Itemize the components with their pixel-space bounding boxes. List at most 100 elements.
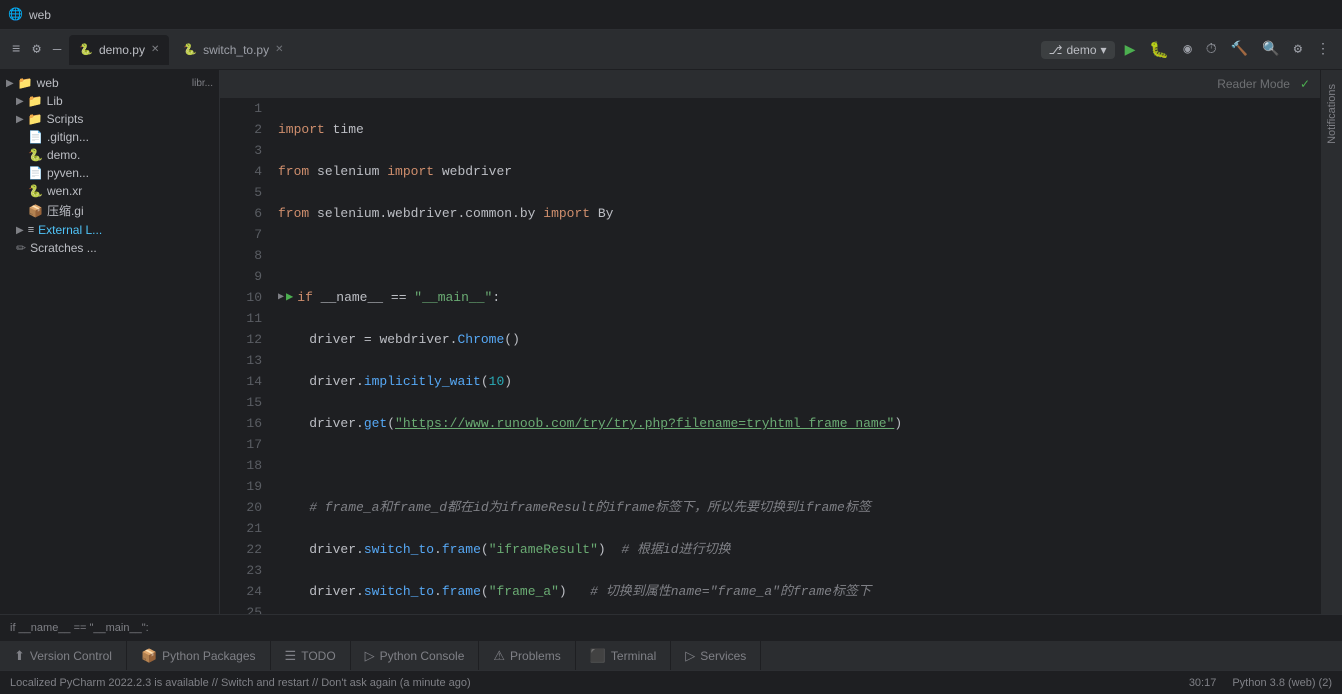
toolbar: ≡ ⚙ — 🐍 demo.py ✕ 🐍 switch_to.py ✕ ⎇ dem… xyxy=(0,30,1342,70)
branch-dropdown-icon: ▾ xyxy=(1101,43,1107,57)
sidebar-arrow-web: ▶ xyxy=(6,78,14,89)
code-line-1: import time xyxy=(278,119,1312,140)
bottom-tab-python-console[interactable]: ▷ Python Console xyxy=(351,641,480,670)
more-button[interactable]: ⋮ xyxy=(1312,39,1334,60)
folder-icon-lib: 📁 xyxy=(28,94,43,108)
sidebar-label-pyvenv: pyven... xyxy=(47,166,89,180)
tab-switch-to-py-close[interactable]: ✕ xyxy=(275,44,283,55)
code-line-8: driver.get("https://www.runoob.com/try/t… xyxy=(278,413,1312,434)
todo-icon: ☰ xyxy=(285,648,297,664)
sidebar: ▶ 📁 web libr... ▶ 📁 Lib ▶ 📁 Scripts 📄 .g… xyxy=(0,70,220,614)
branch-label: demo xyxy=(1067,43,1097,57)
status-notification: Localized PyCharm 2022.2.3 is available … xyxy=(10,677,471,689)
code-line-7: driver.implicitly_wait(10) xyxy=(278,371,1312,392)
sidebar-lib-label: libr... xyxy=(192,78,213,89)
git-branch-button[interactable]: ⎇ demo ▾ xyxy=(1041,41,1115,59)
bottom-tabs: ⬆ Version Control 📦 Python Packages ☰ TO… xyxy=(0,640,1342,670)
code-line-6: driver = webdriver.Chrome() xyxy=(278,329,1312,350)
code-line-10: # frame_a和frame_d都在id为iframeResult的ifram… xyxy=(278,497,1312,518)
bottom-tab-version-control[interactable]: ⬆ Version Control xyxy=(0,641,127,670)
status-right: 30:17 Python 3.8 (web) (2) xyxy=(1189,677,1332,689)
code-content[interactable]: import time from selenium import webdriv… xyxy=(270,98,1320,614)
title-bar-title: web xyxy=(29,8,51,22)
folder-icon-scratches: ✏ xyxy=(16,241,26,255)
problems-icon: ⚠ xyxy=(493,648,505,664)
sidebar-item-demo[interactable]: 🐍 demo. xyxy=(0,146,219,164)
sidebar-arrow-external: ▶ xyxy=(16,225,24,236)
tab-switch-to-py-label: switch_to.py xyxy=(203,43,269,57)
bottom-tab-problems[interactable]: ⚠ Problems xyxy=(479,641,575,670)
code-editor[interactable]: 1234 5678 9101112 13141516 17181920 2122… xyxy=(220,98,1320,614)
folder-icon-web: 📁 xyxy=(18,76,33,90)
sidebar-item-web[interactable]: ▶ 📁 web libr... xyxy=(0,74,219,92)
sidebar-label-external: External L... xyxy=(38,223,102,237)
editor-area: Reader Mode ✓ 1234 5678 9101112 13141516… xyxy=(220,70,1320,614)
bottom-tab-python-packages[interactable]: 📦 Python Packages xyxy=(127,641,271,670)
sidebar-item-lib[interactable]: ▶ 📁 Lib xyxy=(0,92,219,110)
tab-demo-py-icon: 🐍 xyxy=(79,43,93,56)
sidebar-item-gitignore[interactable]: 📄 .gitign... xyxy=(0,128,219,146)
sidebar-label-demo: demo. xyxy=(47,148,80,162)
services-label: Services xyxy=(700,649,746,663)
tab-demo-py[interactable]: 🐍 demo.py ✕ xyxy=(69,35,169,65)
tab-switch-to-py-icon: 🐍 xyxy=(183,43,197,56)
breadcrumb-text: if __name__ == "__main__": xyxy=(10,622,149,634)
sidebar-label-gitignore: .gitign... xyxy=(47,130,89,144)
code-line-9 xyxy=(278,455,1312,476)
sidebar-label-wenxr: wen.xr xyxy=(47,184,82,198)
search-button[interactable]: 🔍 xyxy=(1258,39,1283,60)
python-console-label: Python Console xyxy=(380,649,465,663)
code-line-4 xyxy=(278,245,1312,266)
python-packages-label: Python Packages xyxy=(162,649,255,663)
debug-button[interactable]: 🐛 xyxy=(1145,38,1173,62)
file-icon-wenxr: 🐍 xyxy=(28,184,43,198)
code-line-2: from selenium import webdriver xyxy=(278,161,1312,182)
tab-demo-py-close[interactable]: ✕ xyxy=(151,44,159,55)
status-python-version: Python 3.8 (web) (2) xyxy=(1232,677,1332,689)
settings-icon[interactable]: ⚙ xyxy=(28,39,44,60)
sidebar-item-pyvenv[interactable]: 📄 pyven... xyxy=(0,164,219,182)
line-numbers: 1234 5678 9101112 13141516 17181920 2122… xyxy=(220,98,270,614)
profile-button[interactable]: ⏱ xyxy=(1202,40,1221,60)
coverage-button[interactable]: ◉ xyxy=(1179,39,1195,60)
title-bar: 🌐 web xyxy=(0,0,1342,30)
status-line-col: 30:17 xyxy=(1189,677,1217,689)
folder-icon-scripts: 📁 xyxy=(28,112,43,126)
file-icon-pyvenv: 📄 xyxy=(28,166,43,180)
code-line-12: driver.switch_to.frame("frame_a") # 切换到属… xyxy=(278,581,1312,602)
notifications-label: Notifications xyxy=(1326,84,1338,144)
build-button[interactable]: 🔨 xyxy=(1227,39,1252,60)
status-bar: Localized PyCharm 2022.2.3 is available … xyxy=(0,670,1342,694)
sidebar-item-scratches[interactable]: ✏ Scratches ... xyxy=(0,239,219,257)
reader-mode-check[interactable]: ✓ xyxy=(1300,77,1310,91)
sidebar-item-scripts[interactable]: ▶ 📁 Scripts xyxy=(0,110,219,128)
settings-button[interactable]: ⚙ xyxy=(1290,39,1306,60)
version-control-label: Version Control xyxy=(30,649,112,663)
bottom-tab-terminal[interactable]: ⬛ Terminal xyxy=(576,641,672,670)
sidebar-label-lib: Lib xyxy=(47,94,63,108)
notifications-panel: Notifications xyxy=(1320,70,1342,614)
tab-switch-to-py[interactable]: 🐍 switch_to.py ✕ xyxy=(173,35,293,65)
file-icon-demo: 🐍 xyxy=(28,148,43,162)
title-bar-left: 🌐 web xyxy=(8,7,51,22)
bottom-tab-todo[interactable]: ☰ TODO xyxy=(271,641,351,670)
file-icon-gitignore: 📄 xyxy=(28,130,43,144)
sidebar-label-yazhu: 压缩.gi xyxy=(47,202,84,219)
sidebar-item-yazhu[interactable]: 📦 压缩.gi xyxy=(0,200,219,221)
terminal-label: Terminal xyxy=(611,649,656,663)
sidebar-label-scripts: Scripts xyxy=(47,112,84,126)
sidebar-label-scratches: Scratches ... xyxy=(30,241,97,255)
terminal-icon: ⬛ xyxy=(590,648,606,664)
bottom-tab-services[interactable]: ▷ Services xyxy=(671,641,761,670)
minimize-icon[interactable]: — xyxy=(49,40,65,60)
sidebar-toggle-icon[interactable]: ≡ xyxy=(8,40,24,60)
tab-demo-py-label: demo.py xyxy=(99,43,145,57)
sidebar-arrow-lib: ▶ xyxy=(16,96,24,107)
run-button[interactable]: ▶ xyxy=(1121,37,1140,63)
sidebar-item-external[interactable]: ▶ ≡ External L... xyxy=(0,221,219,239)
code-line-3: from selenium.webdriver.common.by import… xyxy=(278,203,1312,224)
bottom-breadcrumb: if __name__ == "__main__": xyxy=(0,614,1342,640)
sidebar-item-wenxr[interactable]: 🐍 wen.xr xyxy=(0,182,219,200)
problems-label: Problems xyxy=(510,649,561,663)
sidebar-arrow-scripts: ▶ xyxy=(16,114,24,125)
